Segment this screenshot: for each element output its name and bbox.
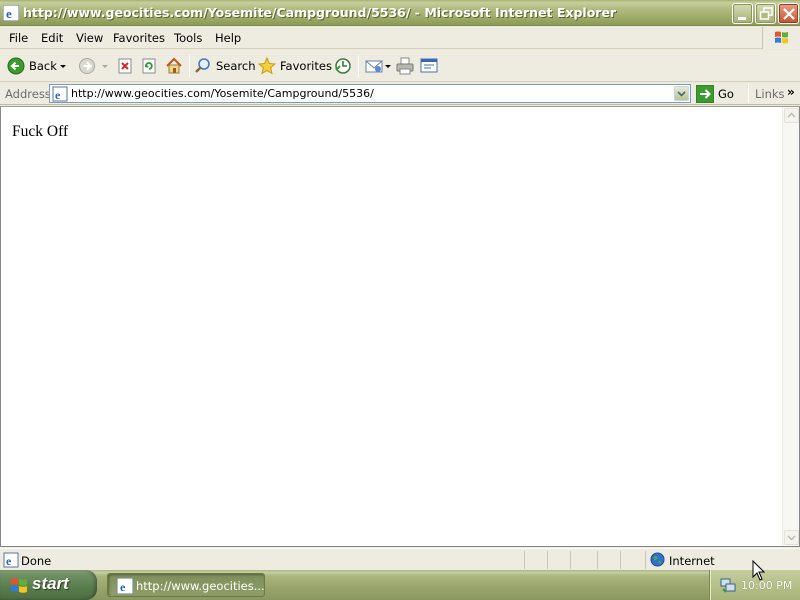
mail-icon [365,60,383,73]
favorites-label: Favorites [280,59,332,73]
windows-flag-icon [11,578,27,593]
address-input[interactable]: e http://www.geocities.com/Yosemite/Camp… [49,84,691,103]
home-icon [166,57,182,74]
refresh-icon [142,58,156,74]
edit-button[interactable] [420,54,438,78]
toolbar-separator [358,55,359,77]
svg-text:e: e [55,88,61,102]
close-icon [783,8,795,20]
globe-icon [650,552,665,567]
address-bar: Address e http://www.geocities.com/Yosem… [0,83,800,105]
printer-icon [396,57,414,75]
status-pane [645,551,646,569]
favorites-button[interactable]: Favorites [258,54,332,78]
history-button[interactable] [334,54,352,78]
stop-icon [118,58,132,74]
status-pane [570,551,571,569]
start-button[interactable]: start [0,570,97,600]
toolbar-separator [189,55,190,77]
address-url: http://www.geocities.com/Yosemite/Campgr… [71,87,374,100]
page-icon: e [52,86,68,102]
minimize-button[interactable] [732,3,753,24]
back-button[interactable]: Back [7,54,57,78]
forward-arrow-icon [79,58,95,74]
scroll-up-button[interactable] [784,108,799,123]
menu-favorites[interactable]: Favorites [113,31,165,45]
history-icon [335,58,351,74]
forward-button[interactable] [78,54,96,78]
window-title: http://www.geocities.com/Yosemite/Campgr… [23,5,617,20]
links-chevron-icon[interactable]: » [787,85,795,99]
restore-button[interactable] [755,3,776,24]
forward-dropdown[interactable] [102,54,108,78]
print-button[interactable] [396,54,414,78]
back-arrow-icon [7,57,25,75]
menu-bar: File Edit View Favorites Tools Help [0,27,800,49]
status-pane [524,551,525,569]
system-tray: 10:00 PM [709,570,800,600]
go-label: Go [718,87,734,101]
address-label: Address [5,87,51,101]
vertical-scrollbar[interactable] [782,107,799,546]
go-button[interactable]: Go [696,84,734,104]
page-icon: e [3,552,19,568]
start-label: start [32,574,69,593]
links-button[interactable]: Links [755,87,785,101]
svg-text:e: e [120,580,126,594]
go-arrow-icon [696,85,714,103]
chevron-down-icon [677,91,686,97]
title-bar[interactable]: e http://www.geocities.com/Yosemite/Camp… [0,0,800,26]
refresh-button[interactable] [141,54,157,78]
menu-file[interactable]: File [9,31,28,45]
scroll-down-button[interactable] [784,530,799,545]
status-pane [620,551,621,569]
back-dropdown[interactable] [60,54,66,78]
status-pane [547,551,548,569]
back-label: Back [29,59,57,73]
close-button[interactable] [778,3,799,24]
restore-icon [759,7,773,20]
home-button[interactable] [165,54,183,78]
ie-icon: e [117,578,133,594]
search-button[interactable]: Search [194,54,256,78]
taskbar: start e http://www.geocities... 10:00 PM [0,570,800,600]
page-body-text: Fuck Off [12,123,69,140]
stop-button[interactable] [117,54,133,78]
search-label: Search [216,59,256,73]
chevron-down-icon [385,64,391,68]
status-bar: e Done Internet [0,548,800,570]
ie-icon: e [3,5,19,21]
chevron-down-icon [102,64,108,68]
star-icon [258,57,276,75]
taskbar-item-label: http://www.geocities... [136,579,265,593]
links-separator [748,85,749,103]
minimize-icon [738,17,746,20]
mail-button[interactable] [365,54,391,78]
search-icon [195,58,210,73]
menu-tools[interactable]: Tools [174,31,202,45]
address-dropdown-button[interactable] [674,86,689,101]
menu-edit[interactable]: Edit [41,31,63,45]
page-viewport[interactable]: Fuck Off [0,106,800,547]
edit-page-icon [420,58,438,73]
chevron-up-icon [787,112,796,118]
menu-help[interactable]: Help [215,31,241,45]
chevron-down-icon [787,535,796,541]
standard-toolbar: Back Search Favorites [0,50,800,82]
status-text: Done [21,554,52,568]
svg-text:e: e [6,6,12,21]
network-icon[interactable] [720,577,736,593]
taskbar-item-ie[interactable]: e http://www.geocities... [107,573,265,597]
clock[interactable]: 10:00 PM [741,579,792,592]
security-zone-label: Internet [669,554,715,568]
menu-view[interactable]: View [76,31,103,45]
windows-logo-icon [762,27,800,49]
status-pane [597,551,598,569]
chevron-down-icon [60,64,66,68]
svg-text:e: e [6,554,12,568]
